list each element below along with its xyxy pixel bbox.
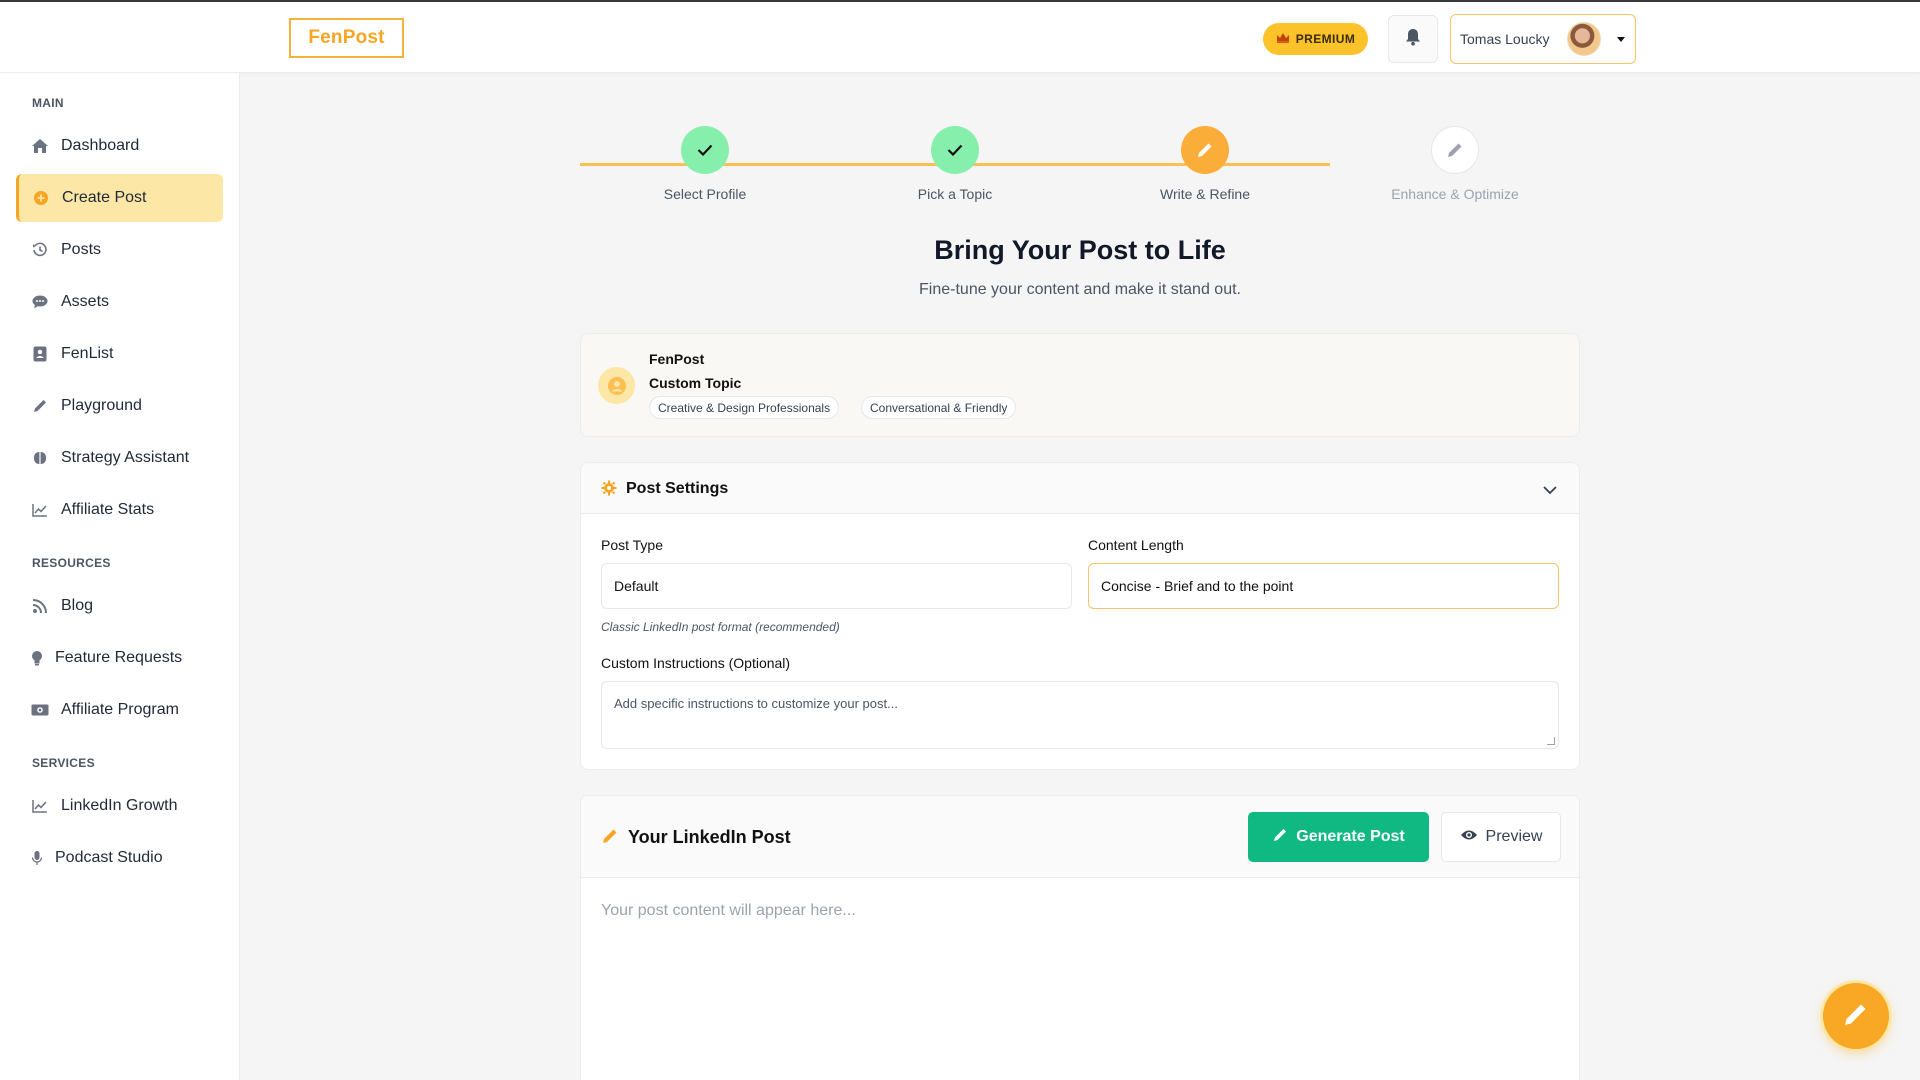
step-3-pencil-icon[interactable] — [1181, 126, 1229, 174]
notifications-button[interactable] — [1388, 15, 1438, 63]
gear-icon — [601, 480, 617, 501]
custom-instructions-placeholder: Add specific instructions to customize y… — [614, 696, 898, 711]
preview-label: Preview — [1485, 828, 1543, 845]
sidebar-item-fenlist[interactable]: FenList — [16, 330, 223, 378]
sidebar-item-create-post[interactable]: Create Post — [16, 174, 223, 222]
custom-instructions-textarea[interactable]: Add specific instructions to customize y… — [601, 681, 1559, 749]
history-icon — [31, 241, 49, 259]
floating-create-button[interactable] — [1823, 983, 1889, 1049]
user-name: Tomas Loucky — [1460, 31, 1550, 47]
sidebar-item-label: Affiliate Program — [61, 701, 179, 718]
sidebar-item-label: FenList — [61, 345, 114, 362]
preview-button[interactable]: Preview — [1441, 812, 1561, 862]
section-label-resources: RESOURCES — [32, 556, 111, 570]
section-label-main: MAIN — [32, 96, 64, 110]
sidebar-item-strategy-assistant[interactable]: Strategy Assistant — [16, 434, 223, 482]
sidebar-item-podcast-studio[interactable]: Podcast Studio — [16, 834, 223, 882]
step-label-enhance-optimize: Enhance & Optimize — [1391, 186, 1519, 202]
bell-icon — [1405, 28, 1421, 51]
tone-tag: Conversational & Friendly — [861, 396, 1017, 419]
content-length-select[interactable]: Concise - Brief and to the point — [1088, 563, 1559, 609]
sidebar-item-affiliate-stats[interactable]: Affiliate Stats — [16, 486, 223, 534]
resize-handle-icon[interactable] — [1547, 737, 1555, 745]
audience-tag: Creative & Design Professionals — [649, 396, 840, 419]
sidebar-item-label: Playground — [61, 397, 142, 414]
sidebar-item-label: LinkedIn Growth — [61, 797, 178, 814]
sidebar-item-affiliate-program[interactable]: Affiliate Program — [16, 686, 223, 734]
post-type-hint: Classic LinkedIn post format (recommende… — [601, 620, 840, 634]
user-menu-button[interactable]: Tomas Loucky — [1450, 14, 1636, 64]
custom-instructions-label: Custom Instructions (Optional) — [601, 655, 791, 671]
post-settings-card: Post Settings Post Type Default Classic … — [580, 462, 1580, 770]
pencil-icon — [601, 827, 619, 850]
step-1-check-icon[interactable] — [681, 126, 729, 174]
premium-badge[interactable]: PREMIUM — [1263, 23, 1368, 55]
rss-icon — [31, 597, 49, 615]
money-icon — [31, 701, 49, 719]
profile-name: FenPost — [649, 351, 705, 367]
sidebar-item-posts[interactable]: Posts — [16, 226, 223, 274]
pencil-icon — [1272, 827, 1288, 848]
profile-avatar-icon — [598, 367, 635, 404]
section-label-services: SERVICES — [32, 756, 95, 770]
step-4-pencil-icon[interactable] — [1431, 126, 1479, 174]
sidebar-item-label: Create Post — [62, 189, 147, 206]
pencil-icon — [31, 397, 49, 415]
sidebar-item-assets[interactable]: Assets — [16, 278, 223, 326]
avatar — [1567, 22, 1601, 56]
microphone-icon — [31, 849, 43, 867]
chevron-down-icon — [1617, 37, 1625, 42]
step-label-write-refine: Write & Refine — [1160, 186, 1250, 202]
brain-icon — [31, 449, 49, 467]
post-settings-header[interactable]: Post Settings — [581, 463, 1579, 514]
step-2-check-icon[interactable] — [931, 126, 979, 174]
content-length-label: Content Length — [1088, 537, 1184, 553]
plus-circle-icon — [32, 189, 50, 207]
sidebar-item-label: Affiliate Stats — [61, 501, 155, 518]
linkedin-post-card: Your LinkedIn Post Generate Post Preview… — [580, 795, 1580, 1080]
sidebar-item-label: Blog — [61, 597, 94, 614]
page-title: Bring Your Post to Life — [934, 235, 1226, 265]
contact-card-icon — [31, 345, 49, 363]
sidebar-item-playground[interactable]: Playground — [16, 382, 223, 430]
home-icon — [31, 137, 49, 155]
generate-post-label: Generate Post — [1296, 828, 1405, 845]
sidebar-item-label: Strategy Assistant — [61, 449, 190, 466]
chat-icon — [31, 293, 49, 311]
sidebar-item-label: Dashboard — [61, 137, 140, 154]
post-type-select[interactable]: Default — [601, 563, 1072, 609]
profile-summary-card: FenPost Custom Topic Creative & Design P… — [580, 333, 1580, 437]
sidebar-item-label: Feature Requests — [55, 649, 183, 666]
chart-line-icon — [31, 501, 49, 519]
lightbulb-icon — [31, 649, 43, 667]
crown-icon — [1276, 32, 1290, 46]
top-bar: FenPost PREMIUM Tomas Loucky — [0, 0, 1920, 73]
sidebar-item-linkedin-growth[interactable]: LinkedIn Growth — [16, 782, 223, 830]
sidebar-item-feature-requests[interactable]: Feature Requests — [16, 634, 223, 682]
sidebar-item-dashboard[interactable]: Dashboard — [16, 122, 223, 170]
post-settings-title: Post Settings — [626, 480, 729, 497]
sidebar: MAIN Dashboard Create Post Posts Assets … — [0, 73, 240, 1080]
linkedin-post-title: Your LinkedIn Post — [628, 827, 791, 847]
generate-post-button[interactable]: Generate Post — [1248, 812, 1429, 862]
logo[interactable]: FenPost — [289, 18, 404, 58]
step-label-pick-topic: Pick a Topic — [917, 186, 993, 202]
sidebar-item-label: Podcast Studio — [55, 849, 163, 866]
premium-label: PREMIUM — [1295, 32, 1356, 46]
sidebar-item-label: Posts — [61, 241, 102, 258]
chart-line-icon — [31, 797, 49, 815]
pencil-icon — [1842, 1000, 1870, 1033]
post-type-label: Post Type — [601, 537, 664, 553]
page-subtitle: Fine-tune your content and make it stand… — [919, 281, 1241, 298]
sidebar-item-blog[interactable]: Blog — [16, 582, 223, 630]
eye-icon — [1460, 828, 1478, 846]
chevron-down-icon[interactable] — [1543, 482, 1557, 500]
sidebar-item-label: Assets — [61, 293, 110, 310]
profile-topic: Custom Topic — [649, 375, 742, 391]
linkedin-post-header: Your LinkedIn Post Generate Post Preview — [581, 796, 1579, 878]
step-label-select-profile: Select Profile — [663, 186, 747, 202]
post-content-placeholder[interactable]: Your post content will appear here... — [601, 902, 856, 920]
